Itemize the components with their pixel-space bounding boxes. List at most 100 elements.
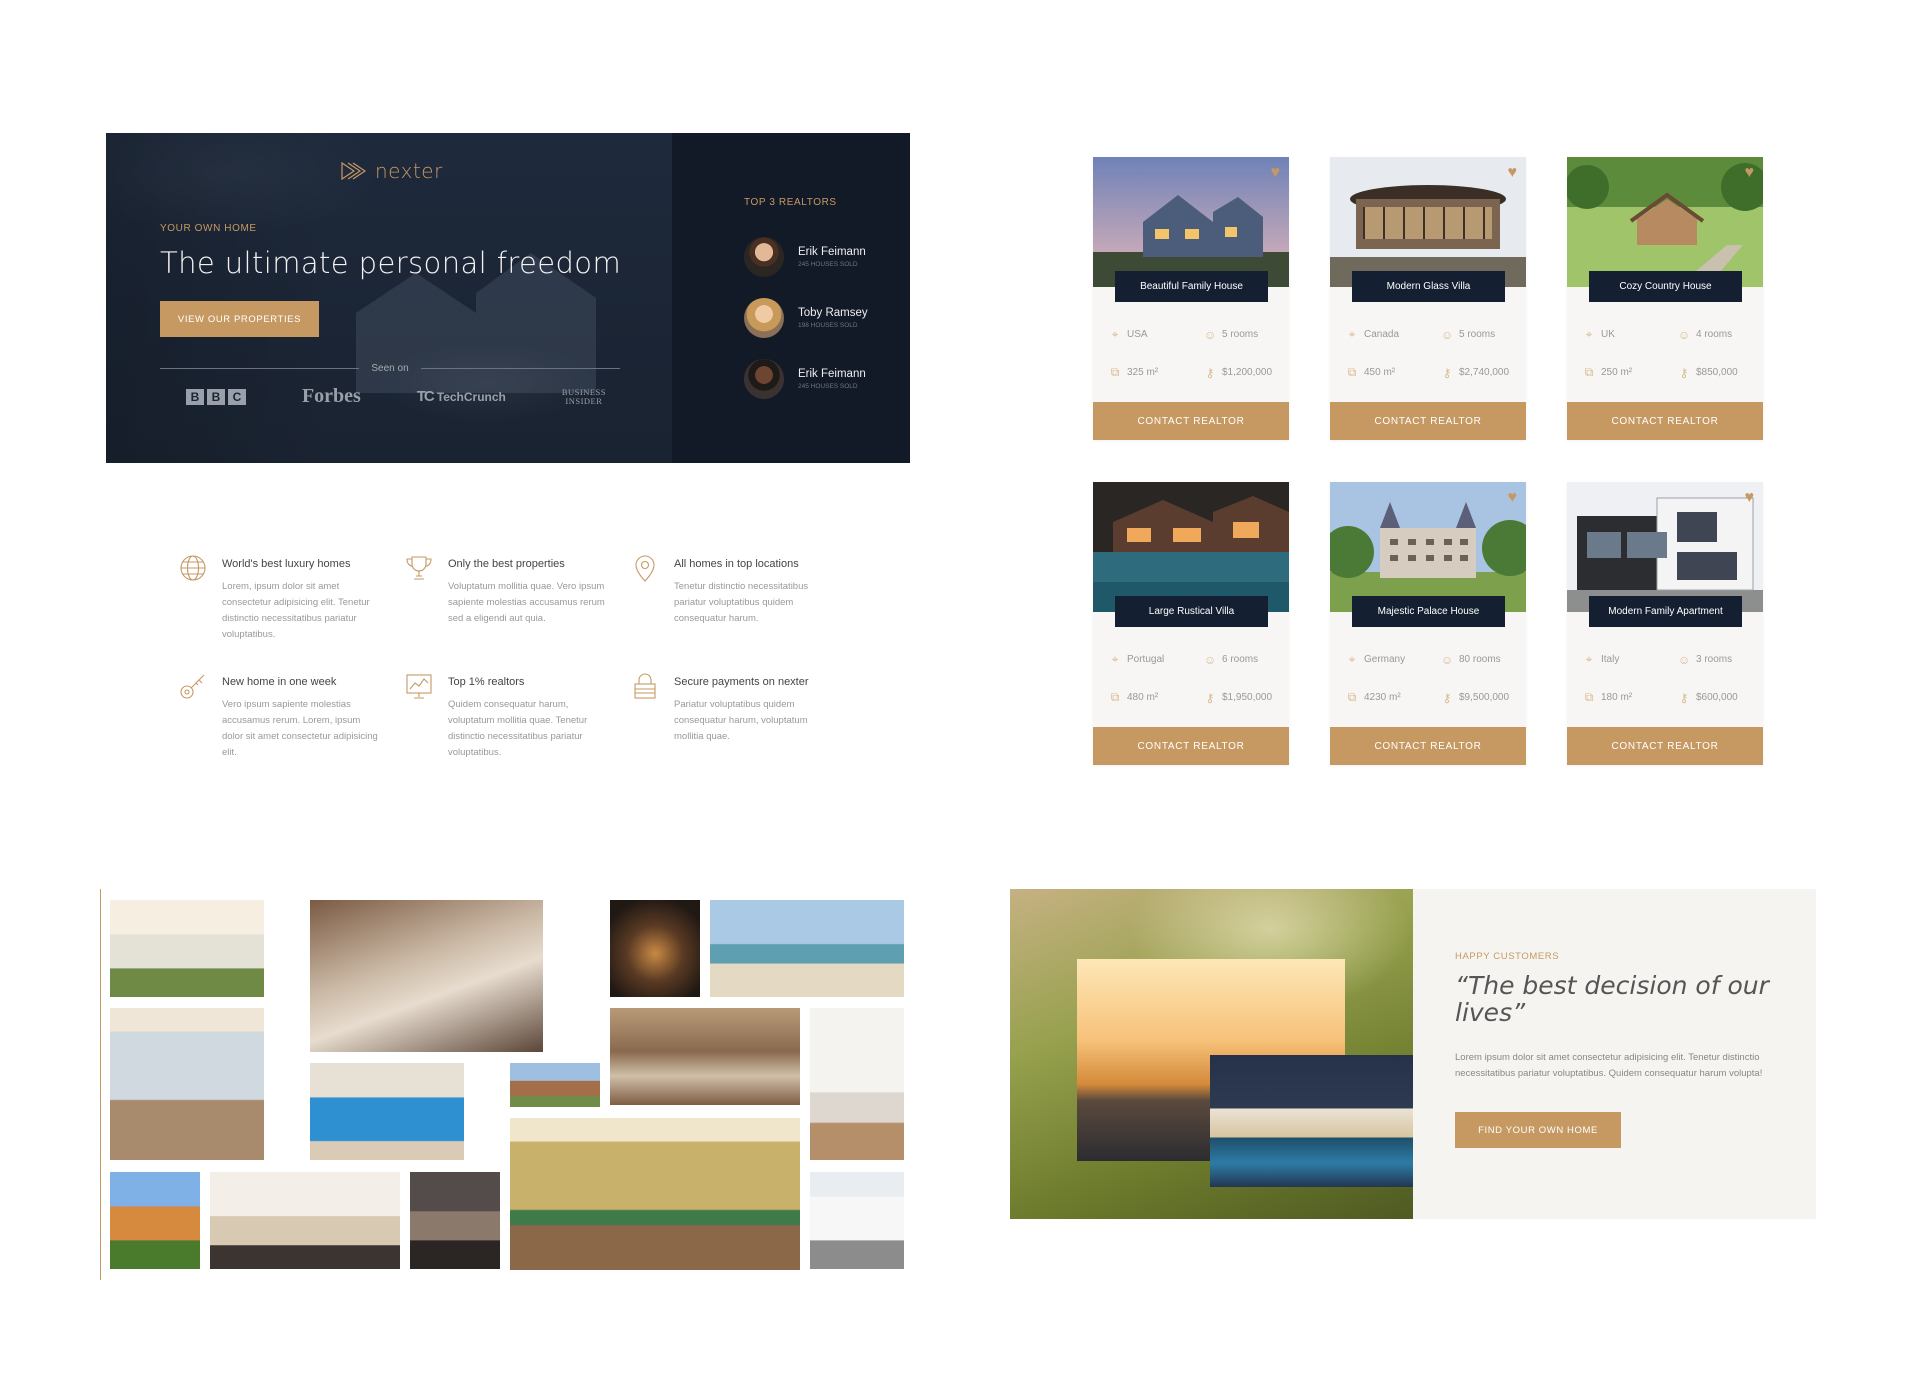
top-realtors-panel: Top 3 realtors Erik Feimann 245 houses s… (672, 133, 910, 463)
area-text: 325 m² (1127, 367, 1159, 378)
gallery-image[interactable] (610, 900, 700, 997)
user-icon: ☺ (1441, 327, 1454, 342)
business-insider-logo: Business Insider (562, 387, 606, 406)
property-country: ⌖ Canada (1346, 327, 1441, 342)
favorite-heart-icon[interactable]: ♥ (1508, 165, 1518, 181)
hero-eyebrow: Your own home (160, 223, 257, 234)
property-card: ♥ Cozy Country House ⌖ UK ☺ 4 rooms ⧉ 250 m… (1567, 157, 1763, 440)
map-pin-icon: ⌖ (1111, 652, 1119, 666)
price-key-icon: ⚷ (1442, 690, 1452, 705)
contact-realtor-button[interactable]: Contact realtor (1093, 727, 1289, 765)
gallery-image[interactable] (310, 1063, 464, 1160)
property-rooms: ☺ 6 rooms (1204, 652, 1279, 667)
favorite-heart-icon[interactable]: ♥ (1508, 490, 1518, 506)
user-icon: ☺ (1678, 652, 1691, 667)
realtor-houses-sold: 245 houses sold (798, 260, 858, 268)
property-rooms: ☺ 5 rooms (1441, 327, 1516, 342)
techcrunch-text: TechCrunch (436, 389, 506, 404)
divider-line (160, 368, 360, 369)
realtor-item[interactable]: Toby Ramsey 198 houses sold (744, 287, 910, 348)
feature-text: Pariatur voluptatibus quidem consequatur… (674, 699, 808, 742)
area-text: 480 m² (1127, 692, 1159, 703)
gallery-image[interactable] (410, 1172, 500, 1269)
price-key-icon: ⚷ (1679, 365, 1689, 380)
feature-text: Lorem, ipsum dolor sit amet consectetur … (222, 581, 370, 640)
trophy-icon (406, 556, 432, 580)
feature-title: New home in one week (222, 676, 337, 688)
lock-icon (634, 673, 656, 699)
country-text: UK (1601, 329, 1615, 340)
gallery-image[interactable] (310, 900, 543, 1052)
gallery-image[interactable] (210, 1172, 400, 1269)
property-country: ⌖ Germany (1346, 652, 1441, 667)
property-country: ⌖ USA (1109, 327, 1204, 342)
price-text: $1,200,000 (1222, 367, 1273, 378)
map-pin-icon: ⌖ (1585, 652, 1593, 666)
area-icon: ⧉ (1110, 690, 1120, 704)
property-details: ⌖ USA ☺ 5 rooms ⧉ 325 m² ⚷ $1,200,000 (1109, 327, 1279, 380)
rooms-text: 5 rooms (1459, 329, 1496, 340)
forbes-logo: Forbes (301, 385, 361, 407)
contact-realtor-button[interactable]: Contact realtor (1567, 402, 1763, 440)
gallery-image[interactable] (810, 1172, 904, 1269)
user-icon: ☺ (1204, 327, 1217, 342)
contact-realtor-button[interactable]: Contact realtor (1330, 402, 1526, 440)
property-area: ⧉ 480 m² (1109, 690, 1204, 705)
feature-text: Quidem consequatur harum, voluptatum mol… (448, 699, 588, 758)
gallery-image[interactable] (510, 1063, 600, 1107)
gallery-image[interactable] (810, 1008, 904, 1160)
techcrunch-logo: TC TechCrunch (417, 388, 506, 405)
rooms-text: 5 rooms (1222, 329, 1259, 340)
price-text: $850,000 (1696, 367, 1738, 378)
gallery-image[interactable] (510, 1118, 800, 1270)
realtor-name: Toby Ramsey (798, 306, 868, 319)
features-section: World's best luxury homes Lorem, ipsum d… (178, 553, 838, 761)
testimonial-text: Lorem ipsum dolor sit amet consectetur a… (1455, 1052, 1763, 1079)
property-name: Modern Glass Villa (1352, 271, 1505, 302)
logo[interactable]: nexter (341, 159, 443, 183)
gallery-accent-line (100, 889, 101, 1280)
hero-banner: nexter Your own home The ultimate person… (106, 133, 672, 463)
property-country: ⌖ UK (1583, 327, 1678, 342)
testimonial-quote: “The best decision of our lives” (1455, 971, 1769, 1027)
favorite-heart-icon[interactable]: ♥ (1271, 165, 1281, 181)
favorite-heart-icon[interactable]: ♥ (1745, 165, 1755, 181)
price-key-icon: ⚷ (1205, 690, 1215, 705)
area-text: 250 m² (1601, 367, 1633, 378)
gallery-image[interactable] (710, 900, 904, 997)
gallery-image[interactable] (610, 1008, 800, 1105)
property-cards: ♥ Beautiful Family House ⌖ USA ☺ 5 rooms ⧉… (1093, 157, 1763, 765)
feature-item: New home in one week Vero ipsum sapiente… (178, 671, 404, 761)
realtor-item[interactable]: Erik Feimann 245 houses sold (744, 226, 910, 287)
realtor-item[interactable]: Erik Feimann 245 houses sold (744, 348, 910, 409)
gallery-image[interactable] (110, 1172, 200, 1269)
property-card: ♥ Majestic Palace House ⌖ Germany ☺ 80 roo… (1330, 482, 1526, 765)
contact-realtor-button[interactable]: Contact realtor (1330, 727, 1526, 765)
bbc-letter: B (207, 388, 225, 405)
property-details: ⌖ Germany ☺ 80 rooms ⧉ 4230 m² ⚷ $9,500,000 (1346, 652, 1516, 705)
feature-item: World's best luxury homes Lorem, ipsum d… (178, 553, 404, 643)
key-icon (180, 674, 205, 699)
gallery-image[interactable] (110, 900, 264, 997)
area-text: 180 m² (1601, 692, 1633, 703)
feature-title: All homes in top locations (674, 558, 799, 570)
feature-item: Secure payments on nexter Pariatur volup… (630, 671, 838, 761)
area-icon: ⧉ (1584, 365, 1594, 379)
seen-on-label: Seen on (371, 363, 409, 374)
property-rooms: ☺ 3 rooms (1678, 652, 1753, 667)
country-text: Italy (1601, 654, 1620, 665)
property-details: ⌖ Canada ☺ 5 rooms ⧉ 450 m² ⚷ $2,740,000 (1346, 327, 1516, 380)
contact-realtor-button[interactable]: Contact realtor (1093, 402, 1289, 440)
user-icon: ☺ (1678, 327, 1691, 342)
contact-realtor-button[interactable]: Contact realtor (1567, 727, 1763, 765)
gallery-image[interactable] (110, 1008, 264, 1160)
feature-text: Voluptatum mollitia quae. Vero ipsum sap… (448, 581, 605, 624)
find-home-button[interactable]: Find your own home (1455, 1112, 1621, 1148)
view-properties-button[interactable]: View our properties (160, 301, 319, 337)
property-area: ⧉ 450 m² (1346, 365, 1441, 380)
country-text: Portugal (1127, 654, 1165, 665)
property-name: Large Rustical Villa (1115, 596, 1268, 627)
map-pin-icon (635, 555, 655, 582)
area-icon: ⧉ (1347, 690, 1357, 704)
favorite-heart-icon[interactable]: ♥ (1745, 490, 1755, 506)
